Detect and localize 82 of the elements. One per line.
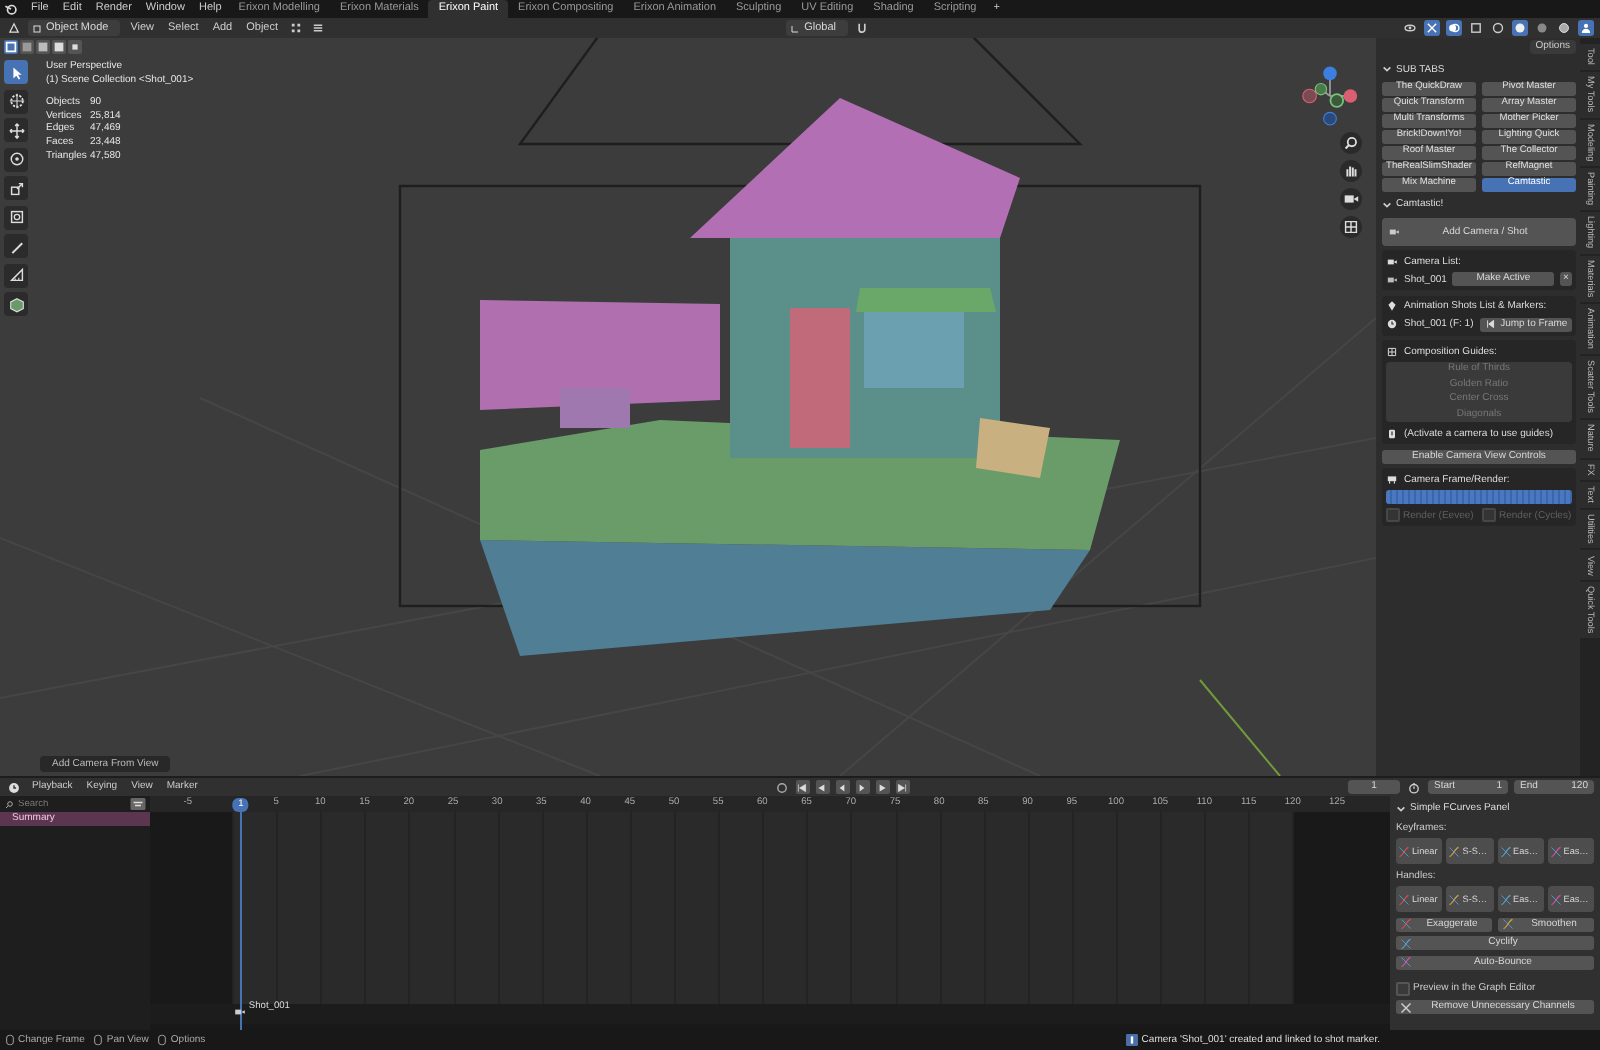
mouse-icon xyxy=(158,1034,167,1046)
play-icon[interactable] xyxy=(855,780,870,794)
jump-icon xyxy=(1484,318,1497,331)
record-icon[interactable] xyxy=(773,779,790,795)
curve-icon xyxy=(1400,937,1412,949)
marker-icon xyxy=(1386,300,1398,313)
overlay-icon[interactable] xyxy=(1446,20,1462,36)
move-tool-icon xyxy=(7,121,25,139)
material-shading-icon[interactable] xyxy=(1534,20,1550,36)
rendered-shading-icon[interactable] xyxy=(1556,20,1572,36)
editor-type-icon[interactable] xyxy=(6,20,22,36)
chevron-icon[interactable] xyxy=(1396,803,1406,813)
camera-marker-icon[interactable] xyxy=(234,1006,247,1018)
checkbox[interactable] xyxy=(1396,982,1409,995)
vertex-select-icon[interactable] xyxy=(4,40,18,54)
tool-button[interactable] xyxy=(4,263,28,287)
camera-icon xyxy=(1388,225,1400,238)
select-tool-icon xyxy=(7,63,25,81)
xray-icon[interactable] xyxy=(1468,20,1484,36)
info-icon xyxy=(1386,427,1398,440)
tool-button[interactable] xyxy=(4,118,28,142)
clock-icon[interactable] xyxy=(6,779,22,795)
curve-icon xyxy=(1398,845,1410,857)
eye-icon[interactable] xyxy=(1402,20,1418,36)
solid-shading-icon[interactable] xyxy=(1512,20,1528,36)
transform-tool-icon xyxy=(7,208,25,226)
grid-icon xyxy=(1386,345,1398,358)
magnet-icon[interactable] xyxy=(854,20,870,36)
curve-icon xyxy=(1549,893,1562,905)
curve-icon xyxy=(1499,893,1511,905)
chevron-icon[interactable] xyxy=(1382,199,1392,210)
mouse-icon xyxy=(6,1034,14,1046)
curve-icon xyxy=(1549,845,1562,857)
cursor-tool-icon xyxy=(7,92,25,110)
measure-tool-icon xyxy=(7,266,25,284)
clock-icon xyxy=(1386,318,1398,331)
curve-icon xyxy=(1448,893,1461,905)
curve-icon xyxy=(1448,845,1461,857)
camera-icon xyxy=(1386,255,1398,268)
invert-select-icon[interactable] xyxy=(52,40,66,54)
curve-icon xyxy=(1400,918,1412,930)
stopwatch-icon[interactable] xyxy=(1406,779,1422,795)
gizmo-toggle-icon[interactable] xyxy=(1424,20,1440,36)
keyframe-forward-icon[interactable] xyxy=(875,780,890,794)
info-icon xyxy=(1125,1034,1138,1046)
render-path-field[interactable] xyxy=(1386,490,1572,505)
edge-select-icon[interactable] xyxy=(20,40,34,54)
chevron-icon[interactable] xyxy=(1382,64,1392,74)
tool-button[interactable] xyxy=(4,234,28,258)
render-icon xyxy=(1386,473,1398,486)
curve-icon xyxy=(1502,918,1514,930)
tool-button[interactable] xyxy=(4,89,28,113)
jump-end-icon[interactable] xyxy=(895,780,910,794)
camera-icon xyxy=(1386,273,1398,286)
annotate-tool-icon xyxy=(7,237,25,255)
curve-icon xyxy=(1499,845,1511,857)
face-select-icon[interactable] xyxy=(36,40,50,54)
play-reverse-icon[interactable] xyxy=(835,780,850,794)
search-icon xyxy=(4,799,14,809)
curve-icon xyxy=(1398,893,1410,905)
grid-icon[interactable] xyxy=(288,20,305,36)
tool-button[interactable] xyxy=(4,205,28,229)
mouse-icon xyxy=(94,1034,103,1046)
app-logo-icon[interactable] xyxy=(4,2,18,16)
wireframe-shading-icon[interactable] xyxy=(1490,20,1506,36)
tool-button[interactable] xyxy=(4,292,28,316)
jump-start-icon[interactable] xyxy=(795,780,810,794)
tool-button[interactable] xyxy=(4,176,28,200)
rotate-tool-icon xyxy=(7,150,25,168)
person-icon[interactable] xyxy=(1578,20,1594,36)
curve-icon xyxy=(1400,956,1412,968)
cross-icon xyxy=(1400,1001,1412,1013)
add-cube-tool-icon xyxy=(7,295,25,313)
scale-tool-icon xyxy=(7,179,25,197)
filter-icon[interactable] xyxy=(130,798,146,810)
cube-icon xyxy=(32,23,42,33)
tool-button[interactable] xyxy=(4,147,28,171)
keyframe-back-icon[interactable] xyxy=(815,780,830,794)
intersect-select-icon[interactable] xyxy=(68,40,82,54)
list-icon[interactable] xyxy=(310,20,327,36)
axes-icon xyxy=(790,23,801,33)
tool-button[interactable] xyxy=(4,60,28,84)
